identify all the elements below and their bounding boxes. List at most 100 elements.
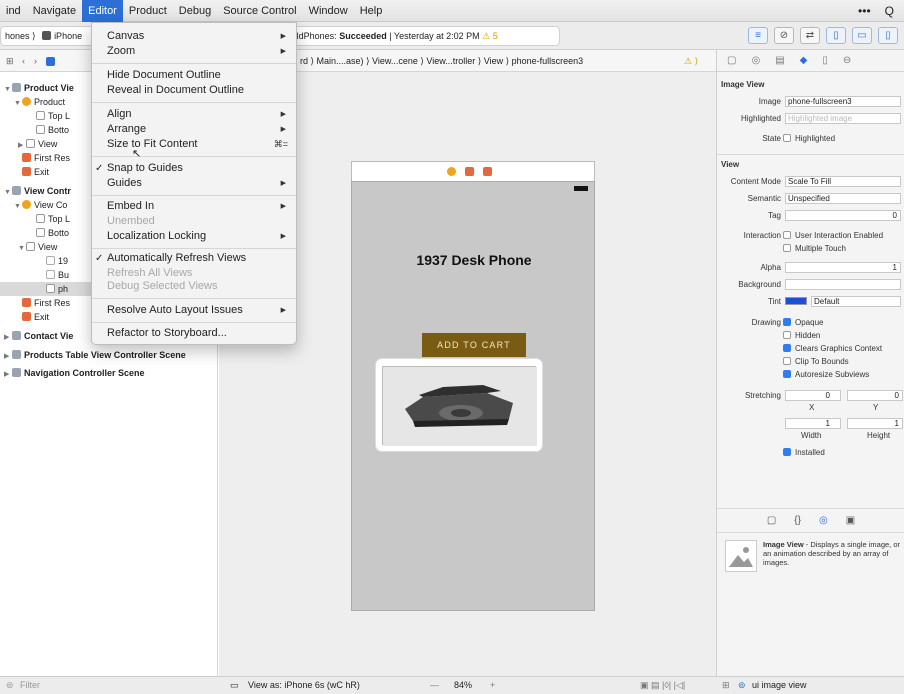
menu-item-arrange[interactable]: Arrange ▶ bbox=[92, 122, 296, 137]
stretch-y-field[interactable]: 0 bbox=[847, 390, 903, 401]
code-snippet-icon[interactable]: {} bbox=[794, 515, 801, 526]
disclosure-expanded-icon[interactable]: ▼ bbox=[14, 200, 22, 212]
hidden-checkbox[interactable] bbox=[783, 331, 791, 339]
semantic-select[interactable]: Unspecified bbox=[785, 193, 901, 204]
version-editor-icon[interactable]: ⇄ bbox=[800, 27, 820, 44]
connections-inspector-icon[interactable]: ⊖ bbox=[843, 55, 851, 66]
menu-editor[interactable]: Editor bbox=[82, 0, 123, 22]
menu-item-align[interactable]: Align ▶ bbox=[92, 107, 296, 122]
product-title-label[interactable]: 1937 Desk Phone bbox=[352, 252, 596, 268]
utilities-toggle-icon[interactable]: ▯ bbox=[878, 27, 898, 44]
background-color-well[interactable] bbox=[785, 279, 901, 290]
menu-item-hide-outline[interactable]: Hide Document Outline bbox=[92, 68, 296, 83]
disclosure-expanded-icon[interactable]: ▼ bbox=[4, 83, 12, 95]
menu-item-guides[interactable]: Guides ▶ bbox=[92, 176, 296, 191]
tint-color-swatch[interactable] bbox=[785, 297, 807, 305]
zoom-out-button[interactable]: — bbox=[430, 680, 439, 690]
grid-icon[interactable]: ⊞ bbox=[6, 50, 14, 71]
jump-warning-icon[interactable]: ⚠ ⟩ bbox=[684, 50, 698, 71]
spotlight-search-icon[interactable]: Q bbox=[885, 0, 894, 22]
disclosure-expanded-icon[interactable]: ▼ bbox=[4, 186, 12, 198]
library-search-field[interactable]: ui image view bbox=[752, 680, 807, 690]
menu-debug[interactable]: Debug bbox=[173, 0, 217, 22]
disclosure-expanded-icon[interactable]: ▼ bbox=[14, 97, 22, 109]
add-to-cart-button[interactable]: ADD TO CART bbox=[422, 333, 526, 357]
media-library-icon[interactable]: ▣ bbox=[846, 515, 855, 526]
clip-to-bounds-checkbox[interactable] bbox=[783, 357, 791, 365]
library-grid-icon[interactable]: ⊞ bbox=[722, 680, 730, 691]
first-responder-icon[interactable] bbox=[465, 167, 474, 176]
size-inspector-icon[interactable]: ▯ bbox=[822, 55, 828, 66]
opaque-checkbox[interactable] bbox=[783, 318, 791, 326]
zoom-in-button[interactable]: + bbox=[490, 680, 495, 690]
disclosure-collapsed-icon[interactable]: ▶ bbox=[4, 331, 12, 343]
exit-icon[interactable] bbox=[483, 167, 492, 176]
image-view-section-header: Image View bbox=[721, 80, 765, 89]
navigator-toggle-icon[interactable]: ▯ bbox=[826, 27, 846, 44]
menu-item-resolve-auto-layout[interactable]: Resolve Auto Layout Issues ▶ bbox=[92, 303, 296, 318]
breadcrumb[interactable]: rd ⟩ Main....ase) ⟩ View...cene ⟩ View..… bbox=[300, 50, 583, 71]
view-as-device[interactable]: View as: iPhone 6s (wC hR) bbox=[248, 680, 360, 690]
debug-area-toggle-icon[interactable]: ▭ bbox=[852, 27, 872, 44]
forward-arrow-icon[interactable]: › bbox=[34, 50, 37, 71]
autoresize-checkbox[interactable] bbox=[783, 370, 791, 378]
content-mode-select[interactable]: Scale To Fill bbox=[785, 176, 901, 187]
menu-item-refactor-storyboard[interactable]: Refactor to Storyboard... bbox=[92, 326, 296, 341]
menu-product[interactable]: Product bbox=[123, 0, 173, 22]
width-label: Width bbox=[801, 431, 822, 440]
menu-item-auto-refresh[interactable]: ✓ Automatically Refresh Views bbox=[92, 251, 296, 266]
multiple-touch-checkbox[interactable] bbox=[783, 244, 791, 252]
back-arrow-icon[interactable]: ‹ bbox=[22, 50, 25, 71]
object-library-icon[interactable]: ◎ bbox=[819, 515, 828, 526]
menu-item-zoom[interactable]: Zoom ▶ bbox=[92, 44, 296, 59]
device-selector[interactable]: iPhone bbox=[54, 31, 82, 41]
stretch-height-field[interactable]: 1 bbox=[847, 418, 903, 429]
menu-window[interactable]: Window bbox=[303, 0, 354, 22]
menu-item-embed-in[interactable]: Embed In ▶ bbox=[92, 199, 296, 214]
clears-graphics-checkbox[interactable] bbox=[783, 344, 791, 352]
highlighted-image-field[interactable]: Highlighted image bbox=[785, 113, 901, 124]
library-item-description[interactable]: Image View - Displays a single image, or… bbox=[763, 540, 901, 567]
standard-editor-icon[interactable]: ≡ bbox=[748, 27, 768, 44]
more-icon[interactable]: ••• bbox=[858, 0, 871, 22]
outline-row[interactable]: ▶ Navigation Controller Scene bbox=[0, 366, 218, 380]
assistant-editor-icon[interactable]: ⊘ bbox=[774, 27, 794, 44]
file-template-icon[interactable]: ▢ bbox=[767, 515, 776, 526]
alpha-field[interactable]: 1 bbox=[785, 262, 901, 273]
menu-source-control[interactable]: Source Control bbox=[217, 0, 302, 22]
stretch-width-field[interactable]: 1 bbox=[785, 418, 841, 429]
tint-select[interactable]: Default bbox=[811, 296, 901, 307]
file-inspector-icon[interactable]: ▢ bbox=[727, 55, 736, 66]
warning-badge[interactable]: ⚠ 5 bbox=[482, 31, 498, 41]
scheme-selector[interactable]: hones ⟩ bbox=[5, 31, 36, 41]
image-field[interactable]: phone-fullscreen3 bbox=[785, 96, 901, 107]
outline-row[interactable]: ▶ Products Table View Controller Scene bbox=[0, 348, 218, 362]
tag-field[interactable]: 0 bbox=[785, 210, 901, 221]
outline-row-label: First Res bbox=[34, 153, 70, 163]
menu-item-canvas[interactable]: Canvas ▶ bbox=[92, 29, 296, 44]
installed-checkbox[interactable] bbox=[783, 448, 791, 456]
disclosure-collapsed-icon[interactable]: ▶ bbox=[4, 350, 12, 362]
menu-item-localization-locking[interactable]: Localization Locking ▶ bbox=[92, 229, 296, 244]
attributes-inspector-icon[interactable]: ◆ bbox=[800, 55, 808, 66]
menu-navigate[interactable]: Navigate bbox=[27, 0, 82, 22]
stretch-x-field[interactable]: 0 bbox=[785, 390, 841, 401]
phone-image-view[interactable] bbox=[376, 359, 542, 451]
disclosure-collapsed-icon[interactable]: ▶ bbox=[4, 368, 12, 380]
identity-inspector-icon[interactable]: ▤ bbox=[775, 55, 784, 66]
menu-help[interactable]: Help bbox=[354, 0, 389, 22]
menu-item-snap-to-guides[interactable]: ✓ Snap to Guides bbox=[92, 161, 296, 176]
outline-toggle-icon[interactable]: ▭ bbox=[230, 680, 239, 691]
highlighted-checkbox[interactable] bbox=[783, 134, 791, 142]
disclosure-expanded-icon[interactable]: ▼ bbox=[18, 242, 26, 254]
image-view-library-icon[interactable] bbox=[725, 540, 757, 572]
menu-find[interactable]: ind bbox=[0, 0, 27, 22]
quick-help-icon[interactable]: ◎ bbox=[751, 55, 760, 66]
view-controller-icon[interactable] bbox=[447, 167, 456, 176]
layout-tools-icons[interactable]: ▣ ▤ |◊| |◁| bbox=[640, 680, 685, 691]
user-interaction-checkbox[interactable] bbox=[783, 231, 791, 239]
menu-item-size-to-fit[interactable]: Size to Fit Content ⌘= bbox=[92, 137, 296, 152]
outline-filter-field[interactable]: Filter bbox=[20, 680, 40, 690]
menu-item-reveal-outline[interactable]: Reveal in Document Outline bbox=[92, 83, 296, 98]
disclosure-collapsed-icon[interactable]: ▶ bbox=[18, 139, 26, 151]
